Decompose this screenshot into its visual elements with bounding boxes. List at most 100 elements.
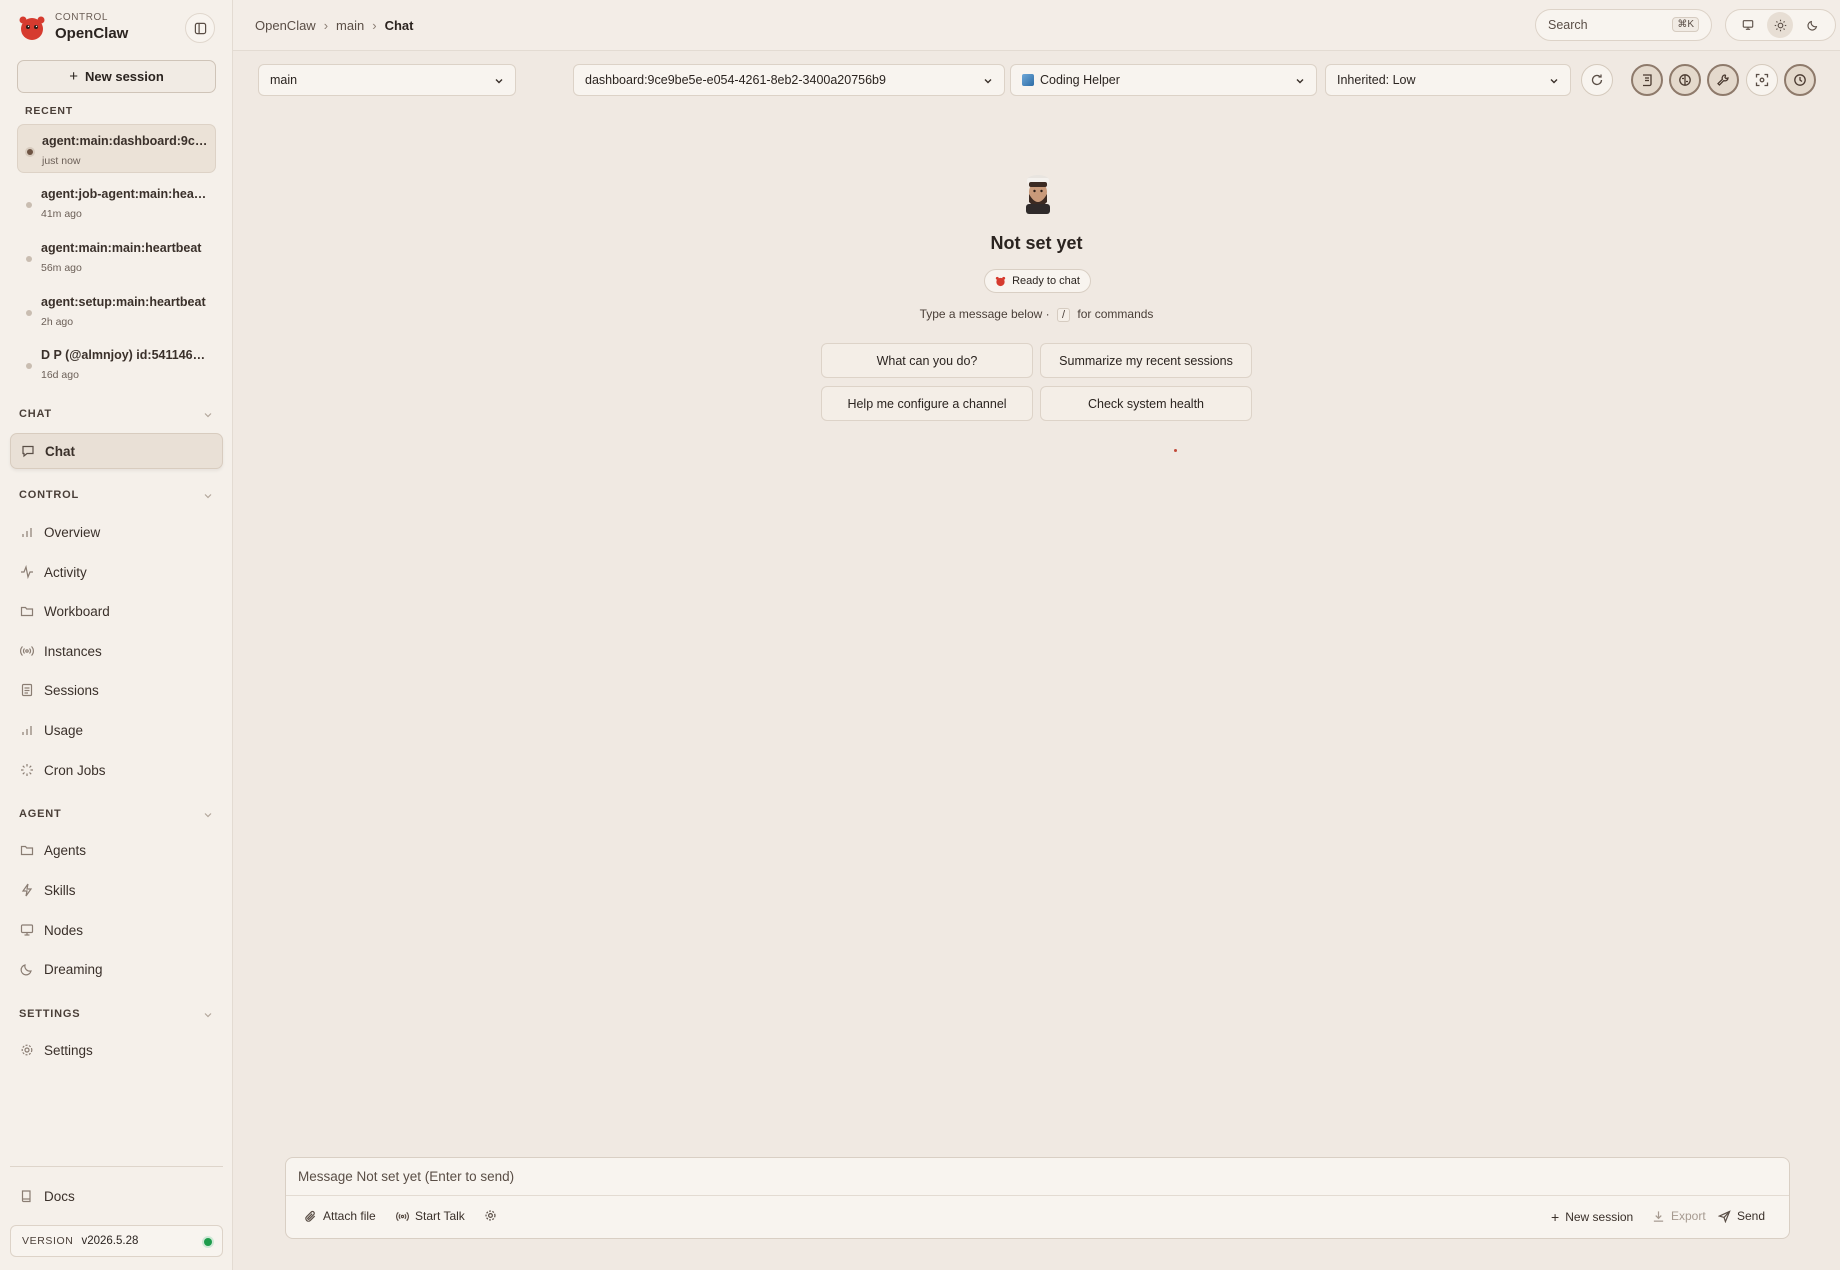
theme-system-button[interactable]: [1735, 12, 1761, 38]
attach-file-button[interactable]: Attach file: [304, 1209, 376, 1223]
lightning-icon: [21, 883, 33, 897]
history-button[interactable]: [1784, 64, 1816, 96]
recent-session-item[interactable]: agent:setup:main:heartbeat 2h ago: [17, 286, 216, 335]
sidebar-item-label: Workboard: [44, 603, 110, 619]
breadcrumb-current: Chat: [384, 18, 414, 33]
recent-section-label: RECENT: [25, 105, 73, 117]
sidebar-item-chat[interactable]: Chat: [10, 433, 223, 469]
version-label: VERSION: [22, 1235, 74, 1247]
suggestion-button[interactable]: Check system health: [1040, 386, 1252, 421]
plus-icon: +: [69, 68, 78, 85]
composer-new-session-button[interactable]: + New session: [1551, 1209, 1633, 1225]
folder-icon: [20, 845, 34, 856]
chevron-down-icon: [1296, 79, 1304, 84]
theme-light-button[interactable]: [1767, 12, 1794, 38]
chevron-down-icon[interactable]: [203, 810, 213, 820]
scroll-log-button[interactable]: [1631, 64, 1663, 96]
suggestion-button[interactable]: What can you do?: [821, 343, 1033, 378]
sidebar-toggle-icon: [194, 22, 206, 34]
send-label: Send: [1737, 1209, 1766, 1223]
sidebar-item-agents[interactable]: Agents: [10, 832, 223, 868]
recent-session-title: agent:main:main:heartbeat: [41, 241, 202, 255]
session-status-dot: [26, 256, 32, 262]
composer-settings-button[interactable]: [484, 1209, 503, 1222]
version-value: v2026.5.28: [81, 1235, 139, 1247]
book-icon: [21, 1190, 31, 1203]
thinking-level-value: Inherited: Low: [1337, 73, 1416, 87]
sidebar-item-activity[interactable]: Activity: [10, 554, 223, 590]
sidebar-item-workboard[interactable]: Workboard: [10, 593, 223, 629]
sidebar-item-instances[interactable]: Instances: [10, 633, 223, 669]
persona-select[interactable]: Coding Helper: [1010, 64, 1317, 96]
sidebar-item-label: Docs: [44, 1188, 75, 1204]
brain-button[interactable]: [1669, 64, 1701, 96]
session-status-dot: [26, 202, 32, 208]
export-button[interactable]: Export: [1652, 1209, 1706, 1223]
sidebar-item-usage[interactable]: Usage: [10, 712, 223, 748]
chevron-down-icon[interactable]: [203, 1010, 213, 1020]
sidebar-item-dreaming[interactable]: Dreaming: [10, 951, 223, 987]
sidebar-item-overview[interactable]: Overview: [10, 514, 223, 550]
sidebar-item-sessions[interactable]: Sessions: [10, 672, 223, 708]
loader-icon: [21, 764, 33, 776]
breadcrumb-item[interactable]: main: [336, 18, 364, 33]
main-panel: OpenClaw › main › Chat Search ⌘K main da…: [233, 0, 1840, 1270]
brand[interactable]: CONTROL OpenClaw: [17, 12, 128, 42]
openclaw-logo-icon: [19, 16, 45, 40]
openclaw-logo-icon: [995, 276, 1006, 286]
recent-session-time: 2h ago: [41, 316, 74, 328]
loading-indicator: [1174, 449, 1177, 452]
new-session-label: New session: [85, 69, 164, 84]
collapse-sidebar-button[interactable]: [185, 13, 215, 43]
folder-icon: [20, 606, 34, 617]
sidebar-item-label: Chat: [45, 443, 75, 459]
chevron-down-icon[interactable]: [203, 491, 213, 501]
theme-dark-button[interactable]: [1800, 12, 1826, 38]
recent-session-item[interactable]: D P (@almnjoy) id:5411463... 16d ago: [17, 339, 216, 388]
gear-icon: [485, 1210, 496, 1221]
chat-section-label: CHAT: [19, 408, 52, 420]
monitor-icon: [20, 924, 34, 936]
refresh-button[interactable]: [1581, 64, 1613, 96]
sidebar-item-label: Activity: [44, 564, 87, 580]
breadcrumb-item[interactable]: OpenClaw: [255, 18, 316, 33]
sidebar-item-docs[interactable]: Docs: [10, 1178, 223, 1214]
sidebar-item-label: Instances: [44, 643, 102, 659]
agent-select[interactable]: main: [258, 64, 516, 96]
chevron-down-icon[interactable]: [203, 410, 213, 420]
send-button[interactable]: Send: [1718, 1209, 1765, 1223]
broadcast-icon: [396, 1211, 409, 1221]
focus-mode-button[interactable]: [1746, 64, 1778, 96]
sidebar-item-skills[interactable]: Skills: [10, 872, 223, 908]
sidebar-item-nodes[interactable]: Nodes: [10, 912, 223, 948]
thinking-level-select[interactable]: Inherited: Low: [1325, 64, 1571, 96]
start-talk-button[interactable]: Start Talk: [396, 1209, 465, 1223]
recent-session-item[interactable]: agent:main:main:heartbeat 56m ago: [17, 232, 216, 281]
message-input[interactable]: [286, 1158, 1789, 1196]
export-label: Export: [1671, 1209, 1706, 1223]
document-icon: [21, 683, 33, 697]
chevron-down-icon: [495, 79, 503, 84]
new-session-button[interactable]: + New session: [17, 60, 216, 93]
suggestion-button[interactable]: Summarize my recent sessions: [1040, 343, 1252, 378]
tools-button[interactable]: [1707, 64, 1739, 96]
focus-icon: [1755, 73, 1769, 87]
gear-icon: [21, 1044, 33, 1056]
suggestion-button[interactable]: Help me configure a channel: [821, 386, 1033, 421]
session-status-dot: [26, 310, 32, 316]
sidebar-item-label: Dreaming: [44, 961, 103, 977]
hint-text-before: Type a message below ·: [919, 307, 1050, 321]
agent-avatar: [1026, 175, 1050, 214]
recent-session-item[interactable]: agent:main:dashboard:9ce... just now: [17, 124, 216, 173]
search-input[interactable]: Search ⌘K: [1535, 9, 1712, 41]
bar-chart-icon: [22, 528, 32, 537]
session-select[interactable]: dashboard:9ce9be5e-e054-4261-8eb2-3400a2…: [573, 64, 1005, 96]
session-status-dot: [26, 363, 32, 369]
sidebar-item-cron-jobs[interactable]: Cron Jobs: [10, 752, 223, 788]
chevron-down-icon: [984, 79, 992, 84]
recent-session-item[interactable]: agent:job-agent:main:heart... 41m ago: [17, 178, 216, 227]
composer-new-session-label: New session: [1565, 1210, 1634, 1224]
sidebar-item-settings[interactable]: Settings: [10, 1032, 223, 1068]
recent-session-time: just now: [42, 155, 81, 167]
status-badge: Ready to chat: [984, 269, 1091, 293]
